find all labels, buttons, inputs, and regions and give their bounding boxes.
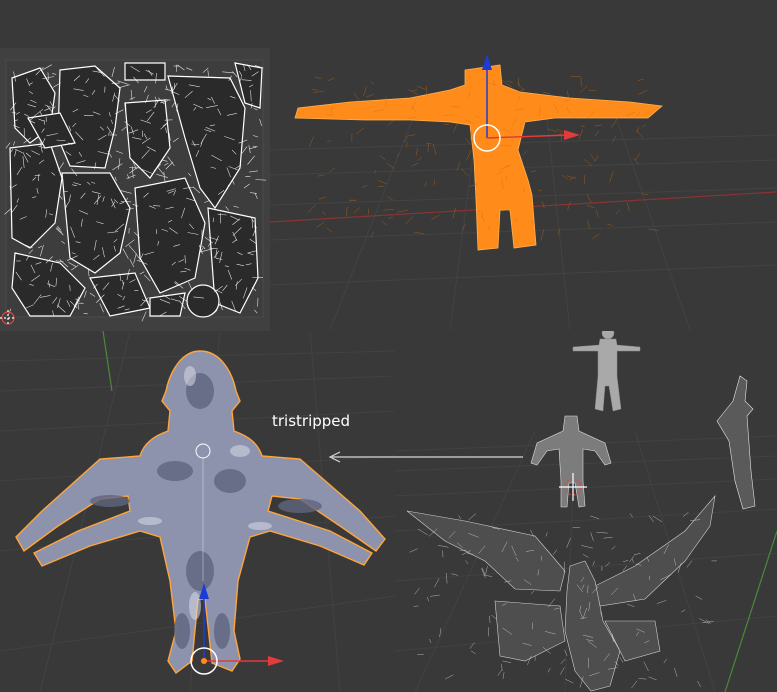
textured-creature-mesh[interactable]: [15, 350, 386, 675]
winged-creature-mesh[interactable]: [406, 494, 716, 692]
wireframe-humanoid-mesh[interactable]: [530, 415, 612, 508]
uv-layout-canvas: [0, 59, 267, 326]
textured-creature-viewport[interactable]: [0, 331, 395, 692]
tower-wireframe-mesh[interactable]: [716, 375, 756, 510]
viewport-grid-lower: [0, 331, 395, 692]
uv-editor-panel[interactable]: [0, 48, 270, 331]
orange-humanoid-mesh[interactable]: [294, 64, 663, 251]
viewport-grid-right: [395, 331, 777, 692]
move-manipulator-icon-lower[interactable]: [190, 583, 284, 675]
viewport-grid: [270, 54, 777, 330]
screenshot-collage: tristripped: [0, 0, 777, 692]
multi-model-scene-viewport[interactable]: [395, 331, 777, 692]
annotation-label: tristripped: [272, 412, 351, 430]
orange-mesh-viewport[interactable]: [270, 0, 777, 330]
gray-humanoid-mesh[interactable]: [572, 331, 641, 412]
